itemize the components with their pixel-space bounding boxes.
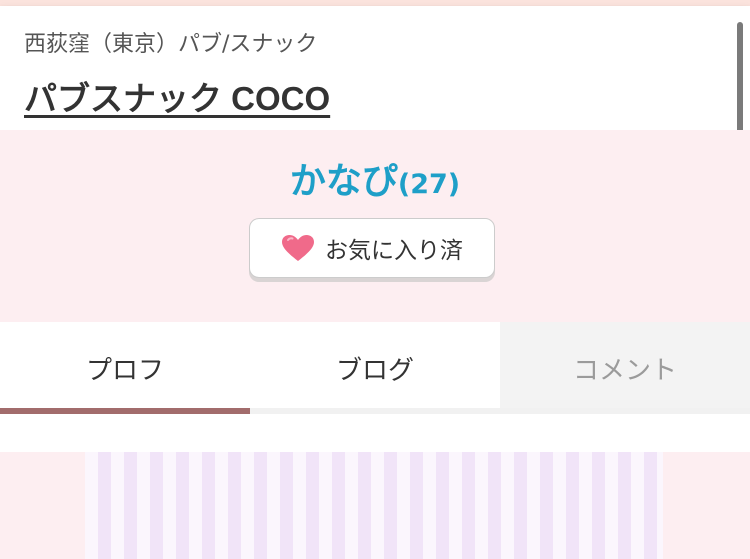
tab-profile[interactable]: プロフ: [0, 322, 250, 414]
area-category-text: 西荻窪（東京）パブ/スナック: [24, 32, 318, 57]
tab-blog[interactable]: ブログ: [250, 322, 500, 414]
scrollbar[interactable]: [737, 22, 743, 134]
cast-name: かなぴ: [289, 161, 398, 202]
cast-age: (27): [397, 169, 461, 200]
favorite-button[interactable]: お気に入り済: [249, 218, 495, 278]
tab-bar: プロフ ブログ コメント: [0, 322, 750, 414]
favorite-label: お気に入り済: [325, 238, 463, 264]
tab-label: ブログ: [335, 355, 414, 386]
tab-label: プロフ: [85, 355, 164, 386]
heart-icon: [281, 234, 315, 262]
tab-comment[interactable]: コメント: [500, 322, 750, 414]
striped-content-panel: [85, 452, 663, 559]
shop-name-link[interactable]: パブスナック COCO: [24, 72, 330, 120]
content-spacer: [0, 414, 750, 452]
cast-title: かなぴ(27): [0, 152, 750, 204]
shop-header: 西荻窪（東京）パブ/スナック パブスナック COCO: [0, 6, 750, 130]
tab-label: コメント: [572, 355, 677, 386]
